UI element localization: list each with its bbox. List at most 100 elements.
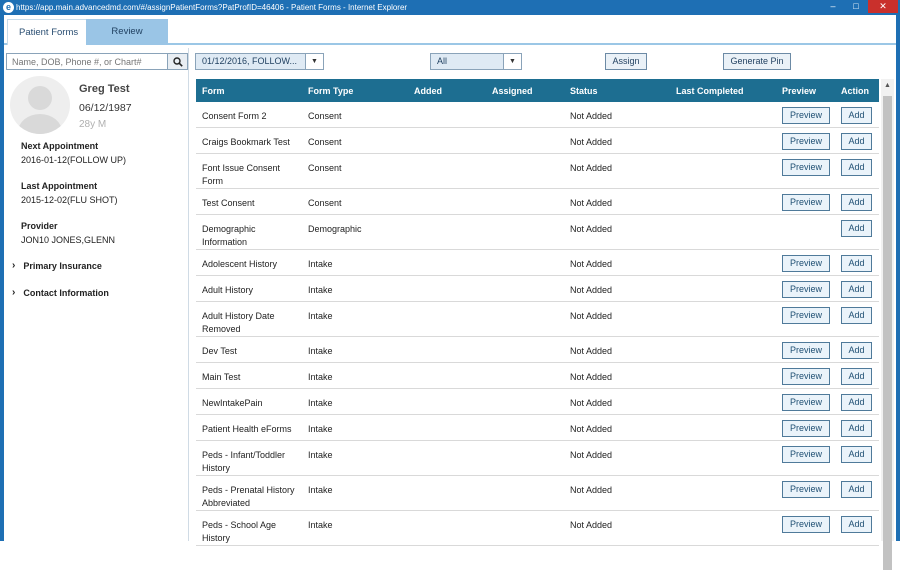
table-row: Craigs Bookmark Test Consent Not Added Prev… [196, 128, 879, 154]
status-cell: Not Added [570, 485, 613, 495]
form-type-cell: Consent [308, 163, 342, 173]
tab-patient-forms[interactable]: Patient Forms [7, 19, 91, 45]
appointment-select-value: 01/12/2016, FOLLOW... [202, 56, 298, 66]
status-cell: Not Added [570, 198, 613, 208]
assign-button[interactable]: Assign [605, 53, 647, 70]
table-row: Demographic Information Demographic Not Ad… [196, 215, 879, 250]
form-type-cell: Intake [308, 398, 333, 408]
form-type-cell: Intake [308, 520, 333, 530]
internet-explorer-icon: e [3, 2, 14, 13]
add-button[interactable]: Add [841, 307, 872, 324]
preview-button[interactable]: Preview [782, 481, 830, 498]
add-button[interactable]: Add [841, 342, 872, 359]
add-button[interactable]: Add [841, 194, 872, 211]
chevron-right-icon: › [12, 287, 16, 298]
form-filter-value: All [437, 56, 448, 66]
minimize-button[interactable]: – [822, 0, 844, 13]
form-name-cell: Demographic Information [202, 224, 256, 247]
preview-button[interactable]: Preview [782, 394, 830, 411]
add-button[interactable]: Add [841, 446, 872, 463]
form-name-cell: Peds - Prenatal History Abbreviated [202, 485, 295, 508]
preview-button[interactable]: Preview [782, 194, 830, 211]
appointment-select[interactable]: 01/12/2016, FOLLOW... ▼ [195, 53, 324, 70]
patient-search-input[interactable] [7, 54, 167, 69]
tab-review-forms[interactable]: Review Forms [86, 19, 168, 63]
search-button[interactable] [167, 54, 187, 69]
form-type-cell: Consent [308, 111, 342, 121]
search-icon [172, 56, 183, 67]
add-button[interactable]: Add [841, 281, 872, 298]
add-button[interactable]: Add [841, 255, 872, 272]
add-button[interactable]: Add [841, 368, 872, 385]
preview-button[interactable]: Preview [782, 159, 830, 176]
status-cell: Not Added [570, 111, 613, 121]
add-button[interactable]: Add [841, 481, 872, 498]
tab-bar: Patient Forms Review Forms [4, 15, 896, 63]
add-button[interactable]: Add [841, 107, 872, 124]
table-row: Patient Health eForms Intake Not Added Prev… [196, 415, 879, 441]
form-name-cell: Test Consent [202, 198, 255, 208]
add-button[interactable]: Add [841, 516, 872, 533]
header-preview: Preview [782, 86, 817, 96]
header-status: Status [570, 86, 598, 96]
primary-insurance-label: Primary Insurance [23, 260, 102, 271]
status-cell: Not Added [570, 372, 613, 382]
patient-name: Greg Test [79, 83, 130, 95]
form-type-cell: Intake [308, 485, 333, 495]
form-type-cell: Consent [308, 137, 342, 147]
preview-button[interactable]: Preview [782, 255, 830, 272]
contact-information-toggle[interactable]: › Contact Information [12, 287, 109, 298]
preview-button[interactable]: Preview [782, 342, 830, 359]
contact-information-label: Contact Information [23, 287, 109, 298]
form-type-cell: Consent [308, 198, 342, 208]
add-button[interactable]: Add [841, 133, 872, 150]
form-type-cell: Intake [308, 311, 333, 321]
form-name-cell: Adult History Date Removed [202, 311, 275, 334]
primary-insurance-toggle[interactable]: › Primary Insurance [12, 260, 102, 271]
table-row: Adolescent History Intake Not Added Preview… [196, 250, 879, 276]
scrollbar-thumb[interactable] [883, 96, 892, 570]
chevron-right-icon: › [12, 260, 16, 271]
form-name-cell: Consent Form 2 [202, 111, 267, 121]
form-name-cell: Peds - School Age History [202, 520, 277, 543]
form-type-cell: Intake [308, 372, 333, 382]
form-type-cell: Intake [308, 285, 333, 295]
form-type-cell: Intake [308, 259, 333, 269]
generate-pin-button[interactable]: Generate Pin [723, 53, 791, 70]
forms-table: Form Form Type Added Assigned Status Las… [196, 79, 879, 546]
form-type-cell: Intake [308, 450, 333, 460]
provider-label: Provider [21, 221, 58, 231]
table-header: Form Form Type Added Assigned Status Las… [196, 79, 879, 102]
table-row: Peds - Prenatal History Abbreviated Intak… [196, 476, 879, 511]
table-row: Dev Test Intake Not Added Preview Add [196, 337, 879, 363]
header-form-type: Form Type [308, 86, 354, 96]
add-button[interactable]: Add [841, 394, 872, 411]
table-scrollbar[interactable]: ▲ [881, 79, 894, 570]
header-assigned: Assigned [492, 86, 533, 96]
add-button[interactable]: Add [841, 420, 872, 437]
preview-button[interactable]: Preview [782, 446, 830, 463]
form-name-cell: Main Test [202, 372, 241, 382]
add-button[interactable]: Add [841, 220, 872, 237]
preview-button[interactable]: Preview [782, 281, 830, 298]
preview-button[interactable]: Preview [782, 133, 830, 150]
preview-button[interactable]: Preview [782, 368, 830, 385]
status-cell: Not Added [570, 398, 613, 408]
preview-button[interactable]: Preview [782, 516, 830, 533]
preview-button[interactable]: Preview [782, 307, 830, 324]
preview-button[interactable]: Preview [782, 107, 830, 124]
form-type-cell: Intake [308, 424, 333, 434]
close-window-button[interactable]: ✕ [868, 0, 898, 13]
form-filter-select[interactable]: All ▼ [430, 53, 522, 70]
maximize-button[interactable]: □ [845, 0, 867, 13]
chevron-down-icon: ▼ [305, 54, 323, 69]
form-name-cell: Font Issue Consent Form [202, 163, 281, 186]
add-button[interactable]: Add [841, 159, 872, 176]
preview-button[interactable]: Preview [782, 420, 830, 437]
table-body: Consent Form 2 Consent Not Added Preview Add… [196, 102, 879, 546]
window-controls: – □ ✕ [822, 0, 898, 15]
patient-age-sex: 28y M [79, 119, 107, 130]
form-name-cell: Dev Test [202, 346, 237, 356]
scroll-up-arrow-icon[interactable]: ▲ [881, 79, 894, 93]
status-cell: Not Added [570, 163, 613, 173]
